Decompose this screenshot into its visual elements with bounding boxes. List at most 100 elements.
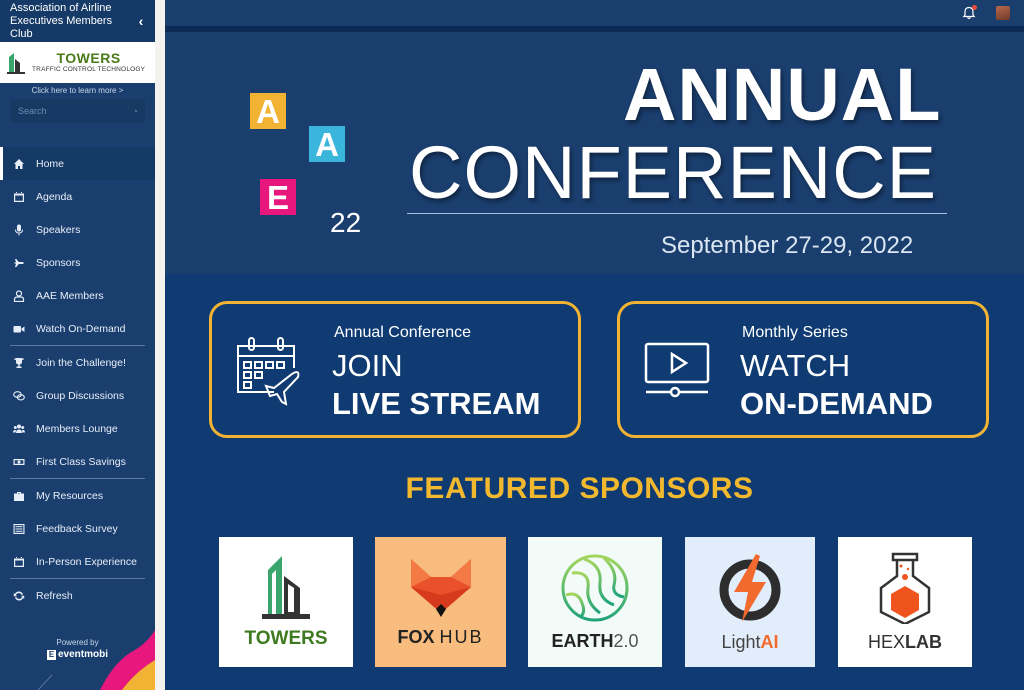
sponsor-name: FOX HUB <box>397 627 483 648</box>
refresh-icon <box>12 589 26 603</box>
sponsor-earth[interactable]: EARTH2.0 <box>528 537 662 667</box>
sidebar: Association of Airline Executives Member… <box>0 0 155 690</box>
sponsor-name-bold: FOX <box>397 626 435 647</box>
chevron-left-icon[interactable]: ‹ <box>135 13 147 29</box>
top-bar <box>165 0 1024 26</box>
join-live-stream-button[interactable]: Annual Conference JOIN LIVE STREAM <box>209 301 581 438</box>
notifications-button[interactable] <box>962 5 977 20</box>
home-icon <box>12 157 26 171</box>
calendar-icon <box>12 555 26 569</box>
nav-label: Refresh <box>36 589 73 602</box>
powered-by: Powered by E eventmobi <box>0 638 155 660</box>
nav-label: My Resources <box>36 489 104 502</box>
sponsor-name-light: Light <box>721 631 761 652</box>
hero-date: September 27-29, 2022 <box>661 232 914 259</box>
cta-subtitle: Monthly Series <box>742 324 848 341</box>
nav-item-my-resources[interactable]: My Resources <box>0 479 155 512</box>
nav-label: First Class Savings <box>36 455 126 468</box>
money-icon <box>12 455 26 469</box>
app: Association of Airline Executives Member… <box>0 0 1024 690</box>
microphone-icon <box>12 223 26 237</box>
sidebar-edge <box>155 0 165 690</box>
nav-item-home[interactable]: Home <box>0 147 155 180</box>
cta-verb: JOIN <box>332 348 403 383</box>
earth-logo-icon <box>561 554 629 621</box>
sponsor-lightai[interactable]: LightAI <box>685 537 815 667</box>
trophy-icon <box>12 356 26 370</box>
nav-item-join-challenge[interactable]: Join the Challenge! <box>0 346 155 379</box>
cta-verb: WATCH <box>740 348 851 383</box>
sponsor-name-light: HEX <box>867 631 905 652</box>
sponsor-name-bold: LAB <box>905 631 942 652</box>
sponsor-name: TOWERS <box>244 628 328 649</box>
nav-label: Agenda <box>36 190 73 203</box>
nav-label: AAE Members <box>36 289 104 302</box>
search-icon[interactable] <box>135 106 137 116</box>
powered-by-label: Powered by <box>56 638 99 647</box>
briefcase-icon <box>12 489 26 503</box>
nav-label: In-Person Experience <box>36 555 137 568</box>
sponsor-name: HEXLAB <box>868 632 942 653</box>
learn-more-link[interactable]: Click here to learn more > <box>0 86 155 95</box>
nav-item-refresh[interactable]: Refresh <box>0 579 155 612</box>
sponsor-name-light: 2.0 <box>613 630 639 651</box>
featured-sponsors-heading: FEATURED SPONSORS <box>405 472 754 505</box>
nav-item-aae-members[interactable]: AAE Members <box>0 279 155 312</box>
nav-item-agenda[interactable]: Agenda <box>0 180 155 213</box>
user-icon <box>12 289 26 303</box>
video-icon <box>12 322 26 336</box>
eventmobi-icon: E <box>46 649 56 660</box>
nav-item-speakers[interactable]: Speakers <box>0 213 155 246</box>
eventmobi-logo: E eventmobi <box>0 649 155 660</box>
sponsor-name-bold: EARTH <box>551 630 614 651</box>
users-icon <box>12 422 26 436</box>
main-content: A A E 22 ANNUAL CONFERENCE September 27-… <box>165 32 1024 690</box>
nav-item-sponsors[interactable]: Sponsors <box>0 246 155 279</box>
unread-badge <box>972 5 977 10</box>
sponsor-hexlab[interactable]: HEXLAB <box>838 537 972 667</box>
search-input[interactable] <box>18 106 135 116</box>
banner-name: TOWERS <box>56 50 121 66</box>
flask-logo-icon <box>879 552 931 624</box>
fox-logo-icon <box>410 558 471 617</box>
logo-letter-a2: A <box>309 126 345 163</box>
towers-logo-icon <box>7 52 25 74</box>
sponsor-foxhub[interactable]: FOX HUB <box>375 537 506 667</box>
logo-letter-a1: A <box>250 93 286 130</box>
nav-item-group-discussions[interactable]: Group Discussions <box>0 379 155 412</box>
hero-title-line1: ANNUAL <box>623 53 942 136</box>
video-player-icon <box>644 342 710 398</box>
logo-year: 22 <box>330 207 362 238</box>
nav-label: Group Discussions <box>36 389 125 402</box>
sidebar-header: Association of Airline Executives Member… <box>0 0 155 42</box>
sponsor-name: LightAI <box>721 632 778 653</box>
list-icon <box>12 522 26 536</box>
sponsor-banner[interactable]: TOWERS TRAFFIC CONTROL TECHNOLOGY <box>0 42 155 83</box>
nav-item-in-person-experience[interactable]: In-Person Experience <box>0 545 155 578</box>
nav-label: Feedback Survey <box>36 522 118 535</box>
cta-label: LIVE STREAM <box>332 386 541 421</box>
nav-item-watch-on-demand[interactable]: Watch On-Demand <box>0 312 155 345</box>
nav-label: Watch On-Demand <box>36 322 126 335</box>
nav-label: Home <box>36 157 65 170</box>
sponsor-towers[interactable]: TOWERS <box>219 537 353 667</box>
hero-banner: A A E 22 ANNUAL CONFERENCE September 27-… <box>165 32 1024 274</box>
nav-item-first-class-savings[interactable]: First Class Savings <box>0 445 155 478</box>
cta-subtitle: Annual Conference <box>334 324 471 341</box>
calendar-icon <box>12 190 26 204</box>
sponsor-name: EARTH2.0 <box>551 631 638 652</box>
sponsor-name-light: HUB <box>439 626 484 647</box>
sidebar-nav: Home Agenda Speakers Sponsors AAE Member… <box>0 147 155 612</box>
nav-item-members-lounge[interactable]: Members Lounge <box>0 412 155 445</box>
nav-label: Speakers <box>36 223 81 236</box>
hero-title-line2: CONFERENCE <box>409 131 938 214</box>
user-avatar[interactable] <box>996 6 1010 20</box>
logo-letter-e: E <box>260 179 296 216</box>
banner-tagline: TRAFFIC CONTROL TECHNOLOGY <box>32 66 146 73</box>
nav-item-feedback-survey[interactable]: Feedback Survey <box>0 512 155 545</box>
eventmobi-brand: eventmobi <box>57 649 108 660</box>
chat-icon <box>12 389 26 403</box>
watch-on-demand-button[interactable]: Monthly Series WATCH ON-DEMAND <box>617 301 989 438</box>
nav-label: Members Lounge <box>36 422 118 435</box>
cta-label: ON-DEMAND <box>740 386 933 421</box>
